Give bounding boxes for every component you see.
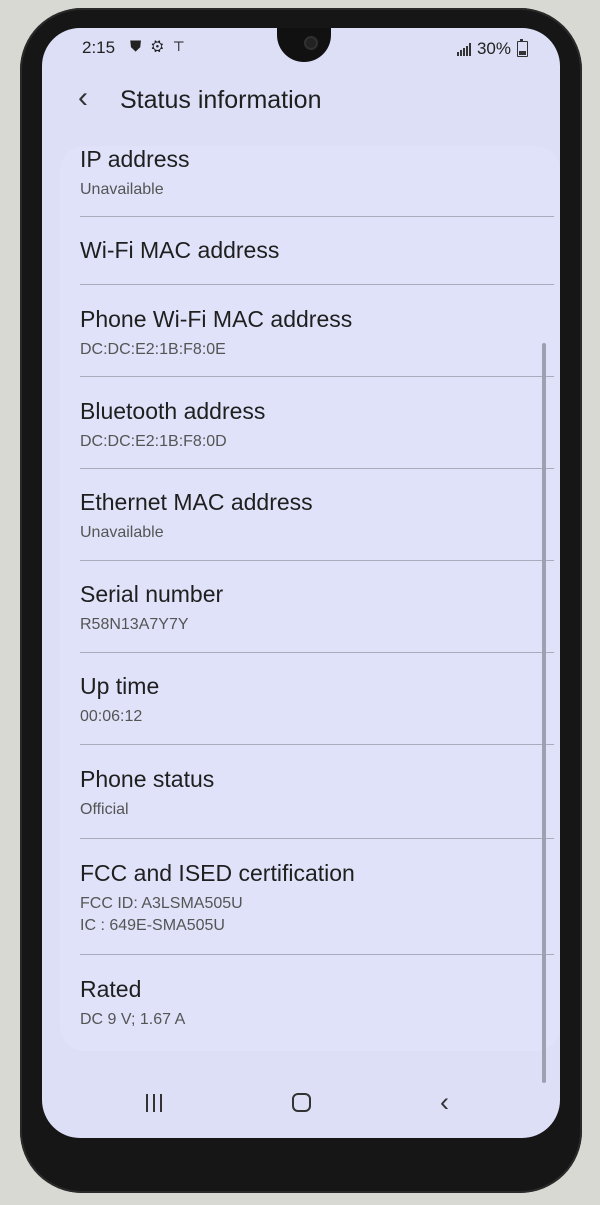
- item-title: Up time: [80, 673, 160, 699]
- status-time: 2:15: [82, 38, 116, 57]
- list-item-fcc-ised-certification[interactable]: FCC and ISED certification FCC ID: A3LSM…: [80, 860, 550, 937]
- item-title: Serial number: [80, 581, 224, 607]
- status-right: 30%: [456, 39, 528, 59]
- item-value: R58N13A7Y7Y: [80, 616, 189, 633]
- divider: [80, 838, 554, 839]
- divider: [80, 216, 554, 217]
- device-screen: 2:15 ⛊ ⚙ ⊤ 30% ‹ Status information IP a…: [42, 28, 560, 1138]
- divider: [80, 744, 554, 745]
- back-button[interactable]: ‹: [78, 83, 108, 115]
- divider: [80, 284, 554, 285]
- scrollbar[interactable]: [542, 343, 546, 1083]
- item-value: Unavailable: [80, 524, 164, 541]
- divider: [80, 652, 554, 653]
- item-value: DC:DC:E2:1B:F8:0E: [80, 341, 226, 358]
- item-value: 00:06:12: [80, 708, 143, 725]
- divider: [80, 954, 554, 955]
- navigation-back-button[interactable]: ‹: [440, 1089, 449, 1116]
- list-item-wifi-mac-address[interactable]: Wi-Fi MAC address: [80, 237, 550, 264]
- status-information-list: IP address Unavailable Wi-Fi MAC address…: [60, 146, 560, 1051]
- item-title: IP address: [80, 146, 190, 172]
- navigation-bar: ‹: [42, 1052, 560, 1138]
- recents-button[interactable]: [146, 1094, 166, 1112]
- status-bar: 2:15 ⛊ ⚙ ⊤ 30%: [42, 28, 560, 68]
- item-title: FCC and ISED certification: [80, 860, 355, 886]
- item-title: Wi-Fi MAC address: [80, 237, 280, 263]
- item-value: FCC ID: A3LSMA505U IC : 649E-SMA505U: [80, 893, 550, 937]
- item-title: Bluetooth address: [80, 398, 266, 424]
- list-item-phone-status[interactable]: Phone status Official: [80, 766, 550, 821]
- status-icons: ⛊ ⚙ ⊤: [130, 38, 187, 55]
- item-title: Phone status: [80, 766, 215, 792]
- item-title: Rated: [80, 976, 142, 1002]
- list-item-ip-address[interactable]: IP address Unavailable: [80, 146, 550, 201]
- item-title: Ethernet MAC address: [80, 489, 313, 515]
- page-title: Status information: [120, 86, 322, 114]
- list-item-rated[interactable]: Rated DC 9 V; 1.67 A: [80, 976, 550, 1031]
- list-item-bluetooth-address[interactable]: Bluetooth address DC:DC:E2:1B:F8:0D: [80, 398, 550, 453]
- fcc-id-value: FCC ID: A3LSMA505U: [80, 895, 243, 912]
- ic-value: IC : 649E-SMA505U: [80, 917, 225, 934]
- signal-icon: [456, 42, 471, 56]
- list-item-phone-wifi-mac-address[interactable]: Phone Wi-Fi MAC address DC:DC:E2:1B:F8:0…: [80, 306, 550, 361]
- item-value: DC 9 V; 1.67 A: [80, 1011, 186, 1028]
- divider: [80, 468, 554, 469]
- divider: [80, 376, 554, 377]
- home-button[interactable]: [292, 1093, 311, 1112]
- item-title: Phone Wi-Fi MAC address: [80, 306, 353, 332]
- divider: [80, 560, 554, 561]
- list-item-serial-number[interactable]: Serial number R58N13A7Y7Y: [80, 581, 550, 636]
- item-value: Unavailable: [80, 181, 164, 198]
- list-item-up-time[interactable]: Up time 00:06:12: [80, 673, 550, 728]
- battery-percentage: 30%: [476, 39, 511, 58]
- battery-icon: [517, 39, 528, 57]
- item-value: DC:DC:E2:1B:F8:0D: [80, 433, 227, 450]
- item-value: Official: [80, 801, 129, 818]
- list-item-ethernet-mac-address[interactable]: Ethernet MAC address Unavailable: [80, 489, 550, 544]
- app-bar: ‹ Status information: [42, 83, 560, 123]
